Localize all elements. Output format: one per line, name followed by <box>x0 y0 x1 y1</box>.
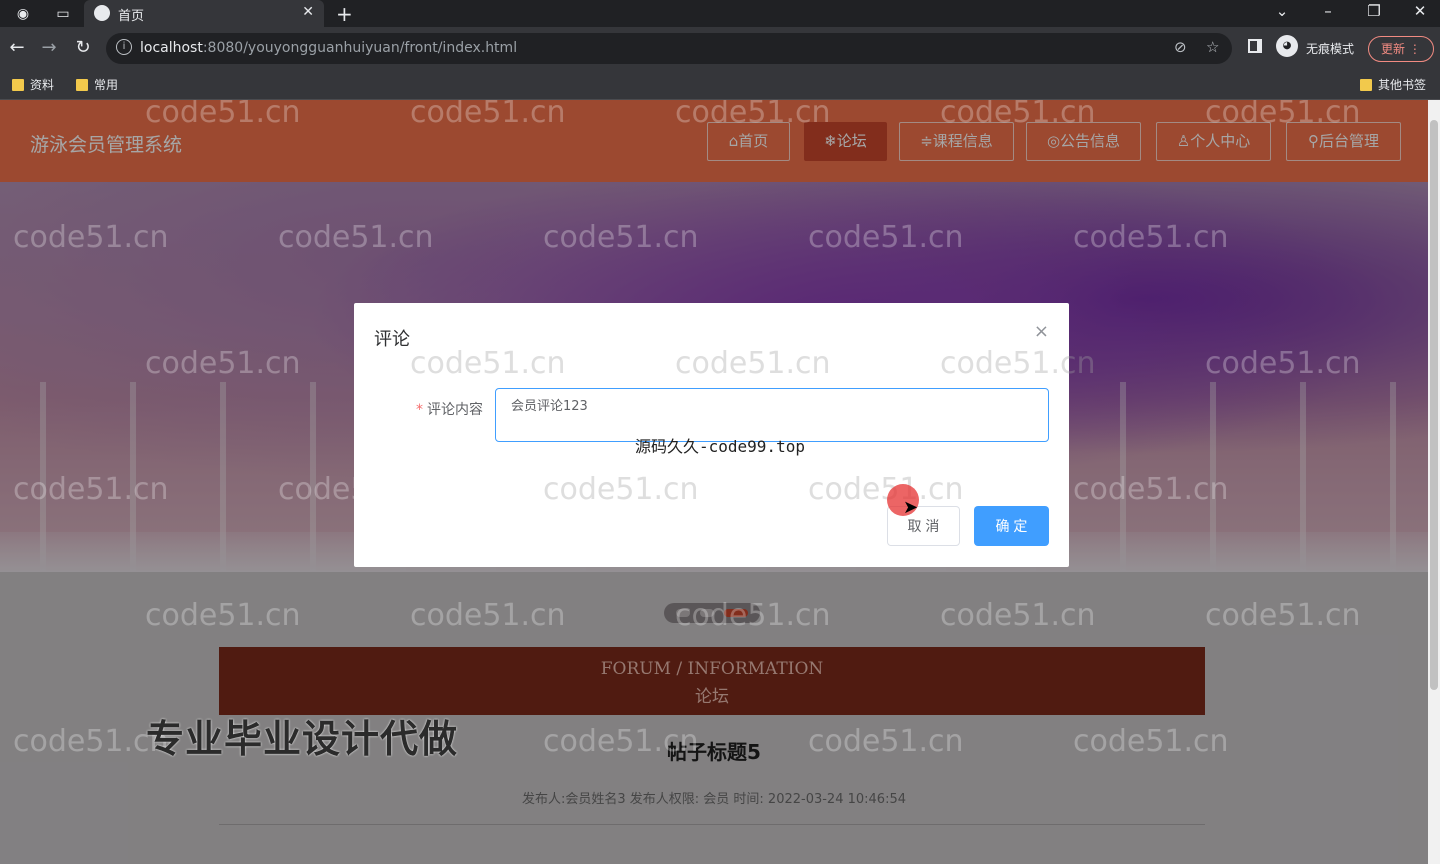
folder-icon <box>1360 78 1372 91</box>
watermark: code51.cn <box>145 100 301 130</box>
folder-icon <box>76 78 88 91</box>
watermark: code51.cn <box>278 472 434 507</box>
browser-toolbar: ← → ↻ i localhost:8080/youyongguanhuiyua… <box>0 27 1440 70</box>
star-icon[interactable]: ☆ <box>1206 38 1219 56</box>
watermark: code51.cn <box>808 220 964 255</box>
watermark: code51.cn <box>1205 100 1361 130</box>
watermark: code51.cn <box>13 220 169 255</box>
watermark: code51.cn <box>410 598 566 633</box>
watermark: code51.cn <box>675 598 831 633</box>
tab-list-icon[interactable]: ⌄ <box>1272 2 1292 20</box>
tab-strip: ◉ ▭ 首页 ✕ + ⌄ – ❐ ✕ <box>0 0 1440 27</box>
watermark: code51.cn <box>940 598 1096 633</box>
new-tab-icon[interactable]: + <box>336 2 353 26</box>
scrollbar-thumb[interactable] <box>1430 120 1438 690</box>
confirm-button[interactable]: 确 定 <box>974 506 1049 546</box>
watermark: code51.cn <box>1073 220 1229 255</box>
window-close-icon[interactable]: ✕ <box>1410 2 1430 20</box>
globe-icon[interactable]: ◉ <box>14 5 32 23</box>
watermark: code51.cn <box>145 346 301 381</box>
incognito-label: 无痕模式 <box>1306 42 1355 56</box>
page-viewport: 游泳会员管理系统 ⌂首页 ❄论坛 ≑课程信息 ◎公告信息 ♙个人中心 ⚲后台管理… <box>0 100 1428 864</box>
tab-title: 首页 <box>118 9 145 24</box>
update-button[interactable]: 更新 ⋮ <box>1368 36 1434 62</box>
watermark: code51.cn <box>410 100 566 130</box>
close-icon[interactable]: × <box>1034 321 1049 342</box>
bookmark-folder-1[interactable]: 资料 <box>12 76 54 93</box>
forward-icon[interactable]: → <box>38 37 60 58</box>
watermark: code51.cn <box>940 100 1096 130</box>
page-scrollbar[interactable] <box>1428 100 1440 864</box>
reload-icon[interactable]: ↻ <box>72 37 94 58</box>
side-panel-icon[interactable] <box>1248 39 1262 53</box>
address-bar[interactable]: i localhost:8080/youyongguanhuiyuan/fron… <box>106 33 1232 64</box>
watermark: code51.cn <box>543 724 699 759</box>
minimize-icon[interactable]: – <box>1318 2 1338 20</box>
mouse-cursor-icon: ➤ <box>903 497 919 518</box>
watermark: code51.cn <box>410 346 566 381</box>
comment-label: * 评论内容 <box>416 402 483 418</box>
watermark: code51.cn <box>1073 472 1229 507</box>
tab-close-icon[interactable]: ✕ <box>302 4 314 20</box>
watermark: code51.cn <box>13 472 169 507</box>
url-text[interactable]: localhost:8080/youyongguanhuiyuan/front/… <box>140 40 517 56</box>
back-icon[interactable]: ← <box>6 37 28 58</box>
restore-icon[interactable]: ❐ <box>1364 2 1384 20</box>
watermark: code51.cn <box>543 220 699 255</box>
bookmarks-bar: 资料 常用 其他书签 <box>0 70 1440 100</box>
bookmark-folder-2[interactable]: 常用 <box>76 76 118 93</box>
watermark: code51.cn <box>543 472 699 507</box>
dialog-title: 评论 <box>374 329 410 350</box>
watermark: code51.cn <box>278 220 434 255</box>
incognito-icon[interactable]: ◕ <box>1276 35 1298 57</box>
watermark: code51.cn <box>675 100 831 130</box>
site-info-icon[interactable]: i <box>116 39 132 55</box>
favicon-icon <box>94 5 110 21</box>
watermark: code51.cn <box>940 346 1096 381</box>
tab-home[interactable]: 首页 ✕ <box>84 0 324 27</box>
watermark: code51.cn <box>1205 598 1361 633</box>
watermark: code51.cn <box>145 598 301 633</box>
watermark: code51.cn <box>675 346 831 381</box>
watermark: code51.cn <box>808 724 964 759</box>
tab-search-icon[interactable]: ▭ <box>54 5 72 23</box>
other-bookmarks[interactable]: 其他书签 <box>1360 76 1426 93</box>
overlay-caption: 源码久久-code99.top <box>635 437 805 456</box>
overlay-banner-text: 专业毕业设计代做 <box>146 717 459 761</box>
eye-off-icon[interactable]: ⊘ <box>1174 38 1187 56</box>
watermark: code51.cn <box>808 472 964 507</box>
watermark: code51.cn <box>1073 724 1229 759</box>
folder-icon <box>12 78 24 91</box>
watermark: code51.cn <box>1205 346 1361 381</box>
